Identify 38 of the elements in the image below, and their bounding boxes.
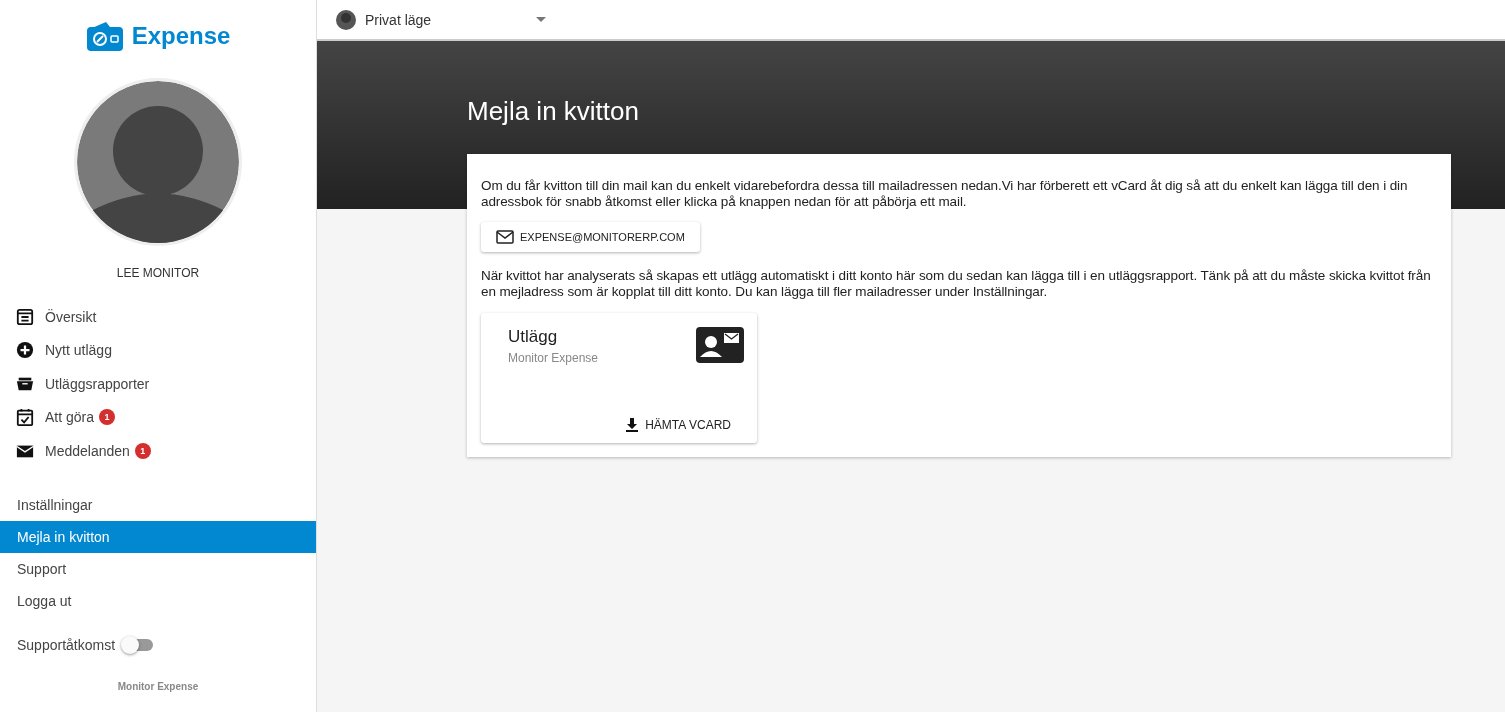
calendar-list-icon: [16, 307, 34, 326]
nav-label: Nytt utlägg: [45, 342, 112, 359]
count-badge: 1: [99, 409, 116, 426]
nav-item[interactable]: Utläggsrapporter: [0, 367, 316, 401]
menu-link[interactable]: Logga ut: [0, 584, 316, 617]
nav-label: Översikt: [45, 308, 97, 325]
menu-link[interactable]: Support: [0, 552, 316, 585]
app-name: Expense: [131, 22, 231, 50]
download-icon: [625, 418, 640, 432]
email-button[interactable]: EXPENSE@MONITORERP.COM: [481, 222, 700, 252]
menu-link[interactable]: Mejla in kvitton: [0, 520, 316, 553]
mode-dropdown[interactable]: Privat läge: [336, 9, 546, 30]
add-circle-icon: [16, 341, 34, 360]
wallet-icon: [85, 21, 124, 51]
count-badge: 1: [134, 442, 151, 459]
footer-text: Monitor Expense: [116, 680, 200, 692]
nav-label: Meddelanden: [45, 442, 130, 459]
nav-label: Att göra: [45, 409, 95, 426]
toggle-label: Supportåtkomst: [17, 636, 116, 653]
caret-icon: [536, 17, 546, 22]
menu-link[interactable]: Inställningar: [0, 488, 316, 521]
vcard-title: Utlägg: [508, 327, 559, 347]
user-name: LEE MONITOR: [115, 266, 201, 280]
info-text: När kvittot har analyserats så skapas ett utlägg automatiskt i ditt konto här som du sedan kan lägga till i en utläggsrapport. Tänk på att du måste skicka kvittot från en mejladress som är kopplat till ditt konto. Du kan lägga till fler mailadresser under Inställningar.: [481, 268, 1432, 300]
download-button[interactable]: HÄMTA VCARD: [619, 417, 737, 433]
nav-item[interactable]: Översikt: [0, 300, 316, 334]
page-title: Mejla in kvitton: [467, 95, 640, 127]
nav-item[interactable]: Nytt utlägg: [0, 333, 316, 367]
mail-icon: [496, 230, 514, 244]
vcard-subtitle: Monitor Expense: [508, 351, 599, 365]
intro-text: Om du får kvitton till din mail kan du enkelt vidarebefordra dessa till mailadressen nedan.Vi har förberett ett vCard åt dig så att du enkelt kan lägga till den i din adressbok för snabb åtkomst eller klicka på knappen nedan för att påbörja ett mail.: [481, 178, 1409, 210]
contact-card-icon: [696, 327, 744, 363]
toggle-switch[interactable]: [123, 638, 154, 651]
nav-label: Utläggsrapporter: [45, 375, 150, 392]
calendar-check-icon: [16, 408, 34, 427]
nav-item[interactable]: Meddelanden 1: [0, 434, 316, 468]
nav-item[interactable]: Att göra 1: [0, 400, 316, 434]
avatar-icon: [336, 9, 356, 30]
